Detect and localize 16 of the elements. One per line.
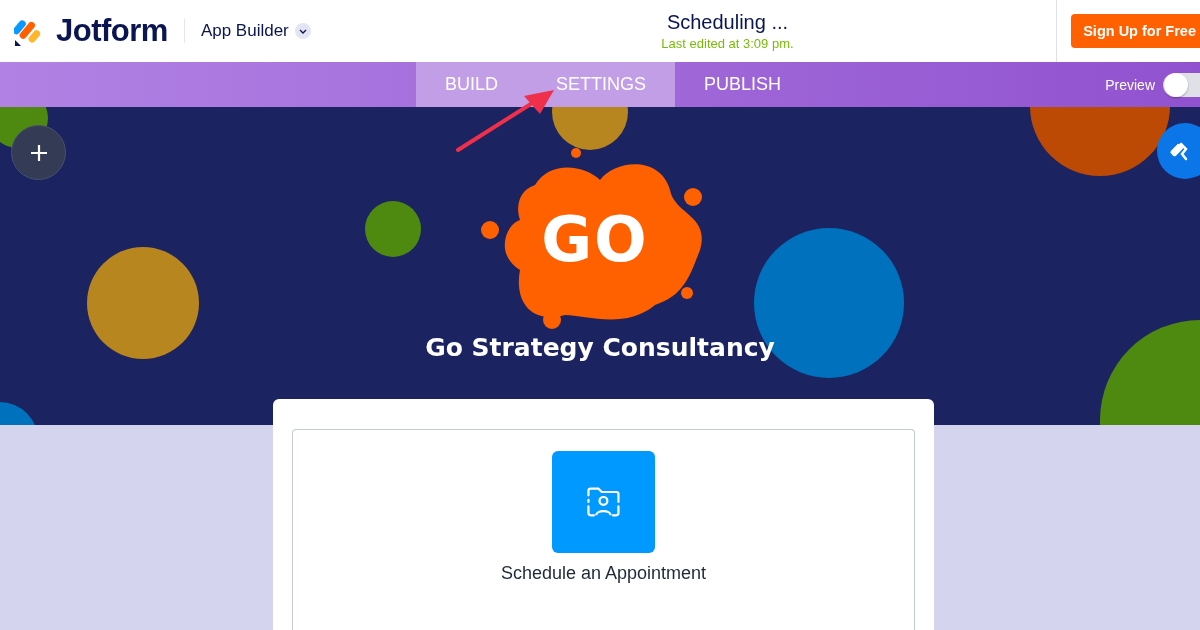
form-title: Scheduling ... — [666, 11, 789, 34]
nav-tab[interactable]: PUBLISH — [675, 62, 811, 107]
preview-toggle[interactable] — [1163, 72, 1200, 97]
nav-tab[interactable]: BUILD — [416, 62, 527, 107]
app-name: Go Strategy Consultancy — [425, 333, 775, 362]
paint-roller-button[interactable] — [1157, 123, 1200, 179]
sign-up-button[interactable]: Sign Up for Free — [1071, 14, 1200, 48]
decorative-circle — [365, 201, 421, 257]
preview-label: Preview — [1105, 76, 1155, 93]
brand-name: Jotform — [56, 13, 168, 49]
product-switcher[interactable]: App Builder — [200, 21, 311, 41]
item-label: Schedule an Appointment — [500, 563, 707, 584]
last-edited-text: Last edited at 3:09 pm. — [661, 36, 794, 51]
plus-icon — [28, 142, 49, 163]
chevron-down-icon — [294, 23, 311, 39]
nav-tab[interactable]: SETTINGS — [527, 62, 676, 107]
